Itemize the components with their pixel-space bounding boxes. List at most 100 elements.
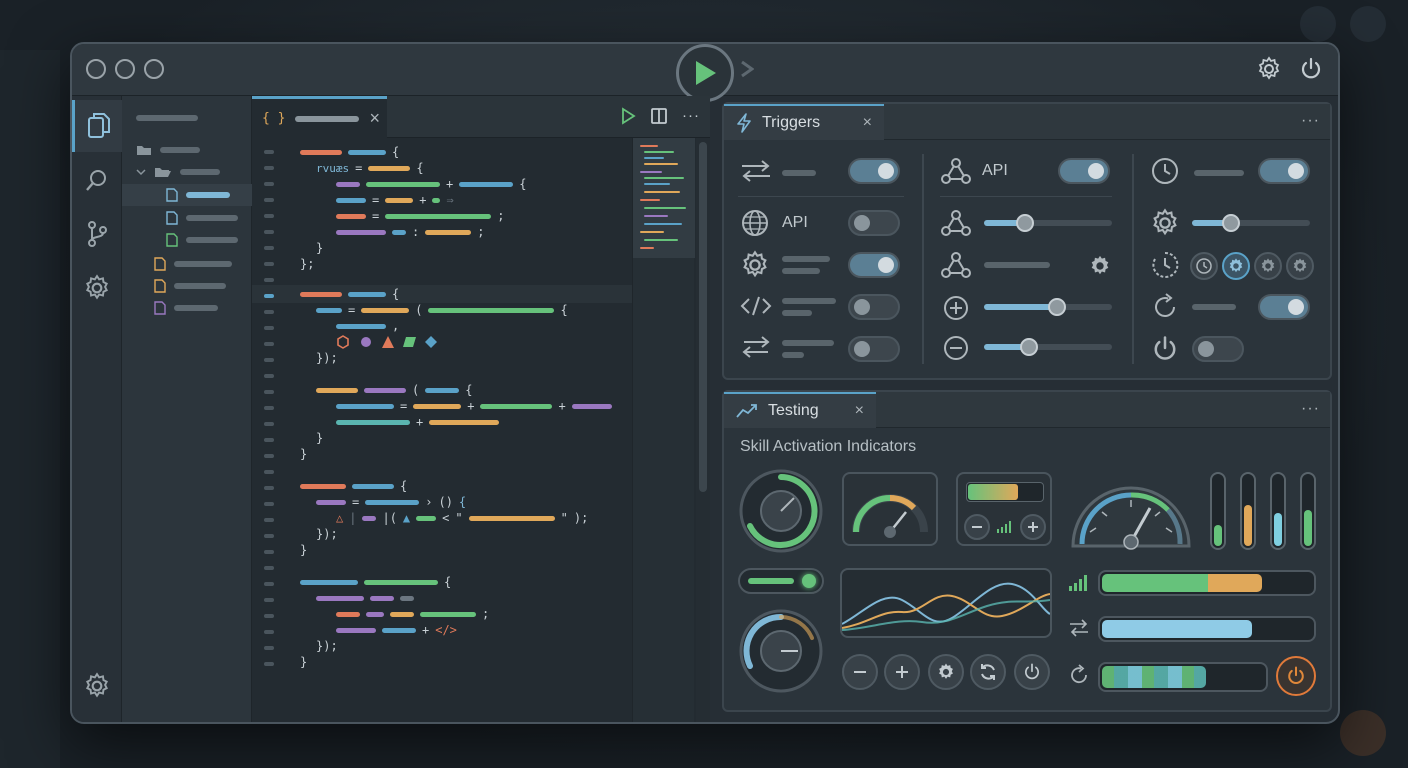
toggle-switch[interactable] [848,210,900,236]
status-pill-toggle[interactable] [738,568,824,594]
settings-button[interactable] [928,654,964,690]
tab-filename [295,115,360,122]
maximize-window-button[interactable] [144,59,164,79]
file-item-selected[interactable] [122,184,252,206]
gear-mini-button[interactable] [1286,252,1314,280]
toggle-switch[interactable] [848,294,900,320]
line-number-mark [264,614,274,618]
panel-more-button[interactable]: ··· [1301,112,1320,130]
tab-testing[interactable]: Testing × [724,392,876,428]
slider[interactable] [984,338,1112,356]
code-line: , [336,319,399,333]
code-line: = + ⇒ [336,193,454,207]
toggle-switch[interactable] [848,336,900,362]
editor-tab[interactable]: { } × [252,96,387,138]
tab-triggers[interactable]: Triggers × [724,104,884,140]
file-item[interactable] [154,276,226,296]
line-number-mark [264,262,274,266]
code-line: }; [300,257,315,271]
file-item[interactable] [166,230,238,250]
gear-mini-button[interactable] [1254,252,1282,280]
toggle-switch[interactable] [1058,158,1110,184]
line-number-mark [264,406,274,410]
gear-mini-button-active[interactable] [1222,252,1250,280]
minus-circle-icon[interactable] [942,334,970,362]
clock-icon [1196,258,1212,274]
panel-more-button[interactable]: ··· [1301,400,1320,418]
close-window-button[interactable] [86,59,106,79]
speed-gauge [852,494,928,538]
level-bar [966,482,1044,502]
title-bar [72,44,1338,102]
line-number-mark [264,390,274,394]
minimap[interactable] [632,138,695,722]
power-button[interactable] [1014,654,1050,690]
tab-close-button[interactable]: × [863,114,872,132]
testing-panel: Testing × ··· Skill Activation Indicator… [722,390,1332,712]
settings-activity-button[interactable] [72,660,122,712]
toggle-switch[interactable] [848,158,900,184]
branch-icon [88,221,107,247]
tab-close-button[interactable]: × [369,108,380,129]
code-editor: { } × ··· { rvuæs={ +{ =+⇒ =; :; } }; [252,96,710,722]
clock-icon [1152,158,1178,184]
search-activity-button[interactable] [72,154,122,206]
step-forward-icon[interactable] [740,60,755,83]
slider[interactable] [984,298,1112,316]
toggle-switch[interactable] [1258,294,1310,320]
plus-button[interactable] [884,654,920,690]
gear-icon [86,672,108,698]
gear-icon[interactable] [1256,56,1282,82]
line-number-mark [264,486,274,490]
source-control-activity-button[interactable] [72,208,122,260]
run-file-icon[interactable] [620,107,636,125]
file-item[interactable] [166,208,238,228]
folder-icon [137,146,151,155]
file-icon [166,188,178,202]
split-editor-icon[interactable] [650,107,668,125]
scrollbar-thumb[interactable] [699,142,707,492]
activation-dial[interactable] [738,468,824,554]
toggle-switch[interactable] [1192,336,1244,362]
decrease-button[interactable] [964,514,990,540]
folder-item[interactable] [136,140,200,160]
line-number-mark [264,534,274,538]
more-actions-icon[interactable]: ··· [682,107,700,125]
slider[interactable] [1192,214,1310,232]
window-controls [86,59,164,79]
code-line: } [300,543,308,557]
file-icon [154,257,166,271]
editor-scrollbar[interactable] [696,138,710,722]
clock-mini-button[interactable] [1190,252,1218,280]
power-icon[interactable] [1298,56,1324,82]
code-line: ({ [316,383,472,397]
sync-button[interactable] [970,654,1006,690]
explorer-activity-button[interactable] [72,100,122,152]
line-number-mark [264,166,274,170]
tab-close-button[interactable]: × [855,402,864,420]
code-line: }); [316,639,338,653]
slider[interactable] [984,214,1112,232]
activity-bar [72,96,122,722]
increase-button[interactable] [1020,514,1046,540]
file-item[interactable] [154,254,232,274]
triggers-tab-bar: Triggers × ··· [724,104,1330,140]
gear-icon[interactable] [1088,254,1112,278]
label-placeholder [782,352,804,358]
minimize-window-button[interactable] [115,59,135,79]
run-button[interactable] [676,44,734,102]
code-area[interactable]: { rvuæs ={ +{ = + ⇒ =; :; } }; { =({ , }); [252,138,632,722]
minus-button[interactable] [842,654,878,690]
line-number-mark [264,326,274,330]
webhook-icon [941,252,971,278]
background-blob [1300,6,1336,42]
file-item[interactable] [154,298,218,318]
control-dial[interactable] [738,608,824,694]
extensions-activity-button[interactable] [72,262,122,314]
line-number-mark [264,278,274,282]
folder-item-open[interactable] [136,162,220,182]
toggle-switch[interactable] [1258,158,1310,184]
toggle-switch[interactable] [848,252,900,278]
main-power-button[interactable] [1276,656,1316,696]
plus-circle-icon[interactable] [942,294,970,322]
